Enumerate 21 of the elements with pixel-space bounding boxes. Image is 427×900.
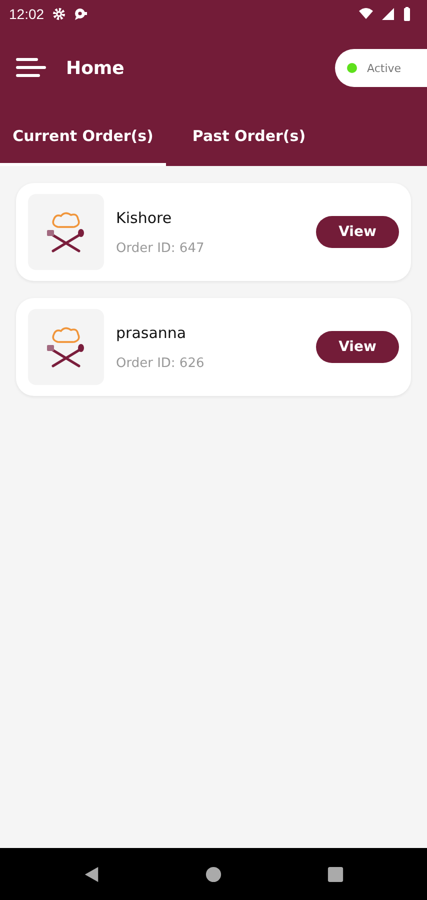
recents-icon[interactable]	[327, 866, 344, 882]
battery-icon	[403, 7, 411, 21]
chat-icon	[74, 7, 88, 21]
home-icon[interactable]	[205, 866, 222, 882]
customer-name: prasanna	[116, 324, 188, 342]
customer-name: Kishore	[116, 208, 173, 226]
signal-icon	[381, 7, 395, 21]
wifi-icon	[359, 7, 373, 21]
status-time: 12:02	[9, 6, 44, 22]
gear-icon	[52, 7, 66, 21]
tab[interactable]: Past Order(s)	[166, 108, 332, 166]
page-title: Home	[66, 58, 124, 78]
availability-label: Active	[367, 62, 402, 74]
back-icon[interactable]	[83, 866, 100, 882]
tab[interactable]: Current Order(s)	[0, 108, 166, 166]
order-id: Order ID: 626	[116, 356, 206, 370]
view-button[interactable]: View	[316, 216, 399, 248]
availability-toggle[interactable]: Active	[335, 49, 427, 87]
view-button[interactable]: View	[316, 331, 399, 363]
order-id: Order ID: 647	[116, 240, 206, 256]
menu-icon[interactable]	[16, 57, 46, 79]
